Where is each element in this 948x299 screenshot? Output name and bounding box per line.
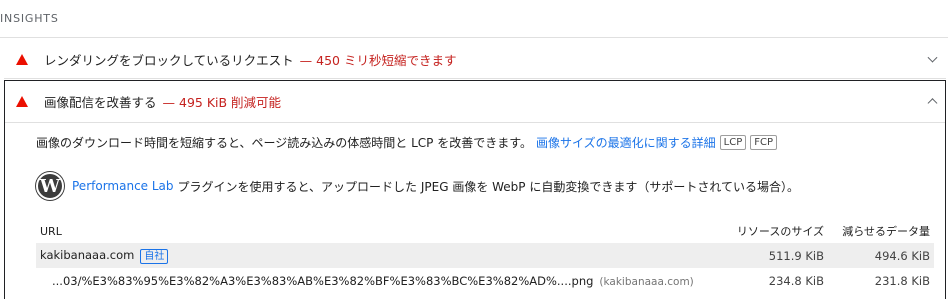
resource-host: (kakibanaaa.com) [599,275,694,288]
table-row-group: kakibanaaa.com 自社 511.9 KiB 494.6 KiB [36,243,934,268]
chevron-down-icon[interactable] [927,52,938,63]
chevron-up-icon[interactable] [927,98,938,109]
audit-render-blocking[interactable]: レンダリングをブロックしているリクエスト — 450 ミリ秒短縮できます [4,44,946,74]
entity-host: kakibanaaa.com [40,247,135,262]
metric-tag-fcp: FCP [750,135,778,150]
learn-more-link[interactable]: 画像サイズの最適化に関する詳細 [536,134,716,151]
divider [5,122,945,123]
item-savings: 231.8 KiB [874,273,930,288]
stack-pack-note: W Performance Lab プラグインを使用すると、アップロードした J… [36,172,799,200]
divider [4,78,946,79]
performance-lab-link[interactable]: Performance Lab [72,179,174,193]
column-url: URL [40,224,62,238]
wordpress-icon: W [36,172,64,200]
audit-savings: — 495 KiB 削減可能 [162,94,282,110]
item-size: 234.8 KiB [768,273,824,288]
audit-description: 画像のダウンロード時間を短縮すると、ページ読み込みの体感時間と LCP を改善で… [36,134,778,151]
table-row: ...03/%E3%83%95%E3%82%A3%E3%83%AB%E3%82%… [36,268,934,293]
column-savings: 減らせるデータ量 [842,225,930,238]
plugin-text: プラグインを使用すると、アップロードした JPEG 画像を WebP に自動変換… [177,179,799,194]
resource-table: URL リソースのサイズ 減らせるデータ量 kakibanaaa.com 自社 5… [36,219,934,293]
insights-header: INSIGHTS [0,12,59,25]
group-size: 511.9 KiB [768,248,824,263]
audit-image-delivery[interactable]: 画像配信を改善する — 495 KiB 削減可能 [4,86,946,116]
metric-tag-lcp: LCP [719,135,747,150]
url-cell: ...03/%E3%83%95%E3%82%A3%E3%83%AB%E3%82%… [36,274,724,288]
group-savings: 494.6 KiB [874,248,930,263]
first-party-badge: 自社 [140,248,169,264]
audit-title: レンダリングをブロックしているリクエスト [44,52,294,68]
table-header: URL リソースのサイズ 減らせるデータ量 [36,219,934,243]
column-resource-size: リソースのサイズ [736,225,824,238]
fail-triangle-icon [16,53,28,65]
entity-cell: kakibanaaa.com 自社 [36,248,724,264]
description-text: 画像のダウンロード時間を短縮すると、ページ読み込みの体感時間と LCP を改善で… [36,136,533,150]
divider [0,37,948,38]
audit-title: 画像配信を改善する [44,94,157,110]
resource-url[interactable]: ...03/%E3%83%95%E3%82%A3%E3%83%AB%E3%82%… [52,274,593,288]
fail-triangle-icon [16,95,28,107]
audit-savings: — 450 ミリ秒短縮できます [299,52,457,68]
